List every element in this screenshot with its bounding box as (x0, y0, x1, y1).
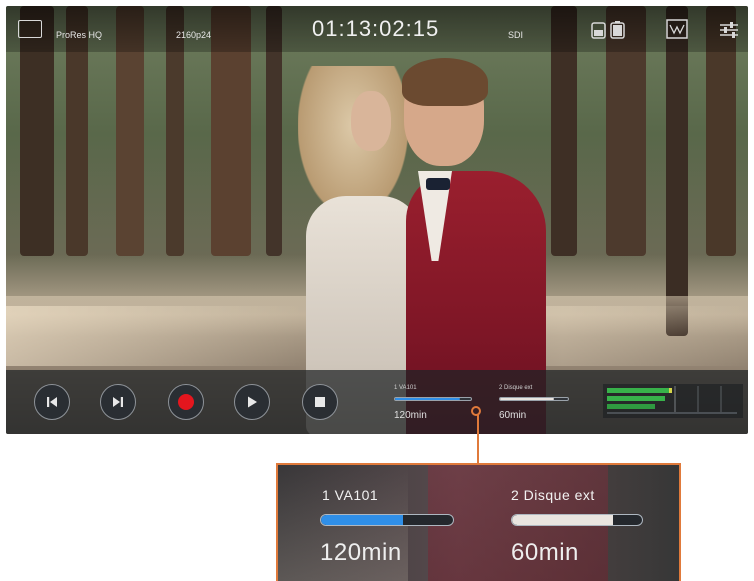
slot-1-mini-label: 1 VA101 (394, 385, 417, 391)
format-indicator[interactable]: 2160p24 (176, 25, 211, 43)
stop-button[interactable] (302, 384, 338, 420)
monitor-screen: ProRes HQ 2160p24 01:13:02:15 SDI 1 VA10… (6, 6, 748, 434)
display-mode-icon[interactable] (18, 20, 42, 38)
callout-line (477, 414, 479, 464)
input-indicator[interactable]: SDI (508, 25, 523, 43)
play-icon (248, 396, 257, 408)
status-bar: ProRes HQ 2160p24 01:13:02:15 SDI (6, 6, 748, 52)
slot-1-time: 120min (320, 539, 402, 566)
codec-value: ProRes HQ (56, 30, 103, 40)
play-button[interactable] (234, 384, 270, 420)
skip-forward-icon (113, 397, 123, 407)
record-button[interactable] (168, 384, 204, 420)
slot-1-bar (320, 514, 454, 526)
slot-2-time: 60min (511, 539, 579, 566)
slot-2-mini-bar (499, 397, 569, 401)
input-value: SDI (508, 30, 524, 40)
format-value: 2160p24 (176, 30, 212, 40)
stop-icon (315, 397, 325, 407)
slot-1-mini-bar (394, 397, 472, 401)
slot-2-mini-time: 60min (499, 410, 527, 421)
codec-indicator[interactable]: ProRes HQ (56, 25, 102, 43)
slot-2-bar (511, 514, 643, 526)
record-icon (178, 394, 194, 410)
skip-forward-button[interactable] (100, 384, 136, 420)
battery-icon (591, 20, 629, 45)
audio-meters[interactable] (603, 384, 743, 418)
slot-1-label: 1 VA101 (322, 487, 379, 503)
skip-back-button[interactable] (34, 384, 70, 420)
skip-back-icon (47, 397, 57, 407)
slot-1-mini-time: 120min (394, 410, 427, 421)
storage-callout-panel: 1 VA101 120min 2 Disque ext 60min (276, 463, 681, 581)
slot-2-mini-label: 2 Disque ext (499, 385, 533, 391)
scope-icon[interactable] (666, 19, 688, 44)
settings-sliders-icon[interactable] (718, 20, 740, 45)
transport-bar: 1 VA101 120min 2 Disque ext 60min (6, 370, 748, 434)
callout-marker (471, 406, 481, 416)
slot-2-label: 2 Disque ext (511, 487, 595, 503)
timecode-display: 01:13:02:15 (312, 16, 440, 41)
